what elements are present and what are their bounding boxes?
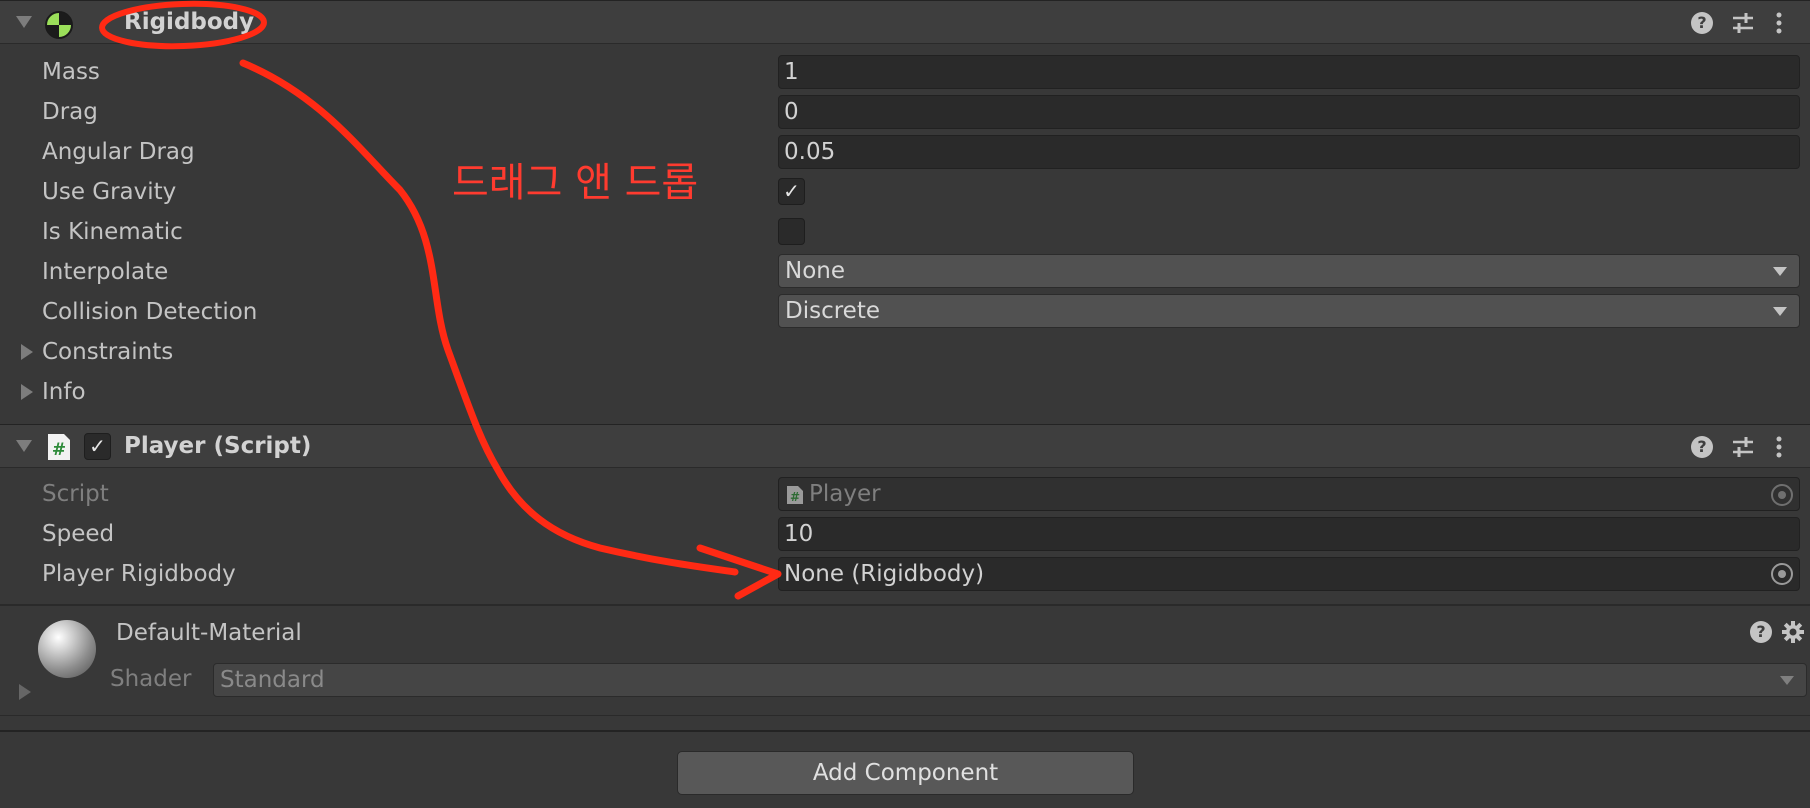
csharp-script-icon: # — [48, 434, 70, 460]
svg-text:#: # — [790, 490, 800, 504]
interpolate-label: Interpolate — [42, 259, 169, 285]
interpolate-value: None — [785, 258, 846, 284]
player-script-enabled-checkbox[interactable]: ✓ — [84, 433, 111, 460]
annotation-text: 드래그 앤 드롭 — [452, 160, 699, 206]
script-object-picker-icon — [1771, 484, 1793, 506]
chevron-down-icon — [1773, 267, 1787, 276]
player-rigidbody-label: Player Rigidbody — [42, 561, 236, 587]
svg-text:#: # — [52, 440, 66, 460]
script-label: Script — [42, 481, 109, 507]
shader-value: Standard — [220, 667, 325, 693]
material-help-icon[interactable]: ? — [1750, 621, 1772, 643]
rigidbody-header[interactable]: Rigidbody ? — [0, 0, 1810, 44]
angular-drag-label: Angular Drag — [42, 139, 195, 165]
mass-field[interactable]: 1 — [778, 55, 1800, 89]
rigidbody-icon — [45, 11, 73, 39]
player-script-header[interactable]: # ✓ Player (Script) ? — [0, 424, 1810, 468]
mass-label: Mass — [42, 59, 100, 85]
rigidbody-foldout-icon[interactable] — [16, 16, 32, 28]
speed-label: Speed — [42, 521, 115, 547]
player-script-help-icon[interactable]: ? — [1691, 436, 1713, 458]
section-divider — [0, 730, 1810, 732]
use-gravity-checkbox[interactable]: ✓ — [778, 178, 805, 205]
info-foldout-icon[interactable] — [21, 384, 33, 400]
player-script-foldout-icon[interactable] — [16, 440, 32, 452]
material-name: Default-Material — [116, 620, 302, 646]
interpolate-dropdown[interactable]: None — [778, 254, 1800, 288]
info-foldout[interactable]: Info — [42, 379, 86, 405]
player-script-presets-icon[interactable] — [1731, 435, 1755, 459]
drag-field[interactable]: 0 — [778, 95, 1800, 129]
angular-drag-field[interactable]: 0.05 — [778, 135, 1800, 169]
section-divider — [0, 604, 1810, 606]
constraints-foldout-icon[interactable] — [21, 344, 33, 360]
rigidbody-help-icon[interactable]: ? — [1691, 12, 1713, 34]
material-foldout-icon[interactable] — [19, 684, 31, 700]
collision-detection-label: Collision Detection — [42, 299, 258, 325]
player-script-menu-icon[interactable] — [1774, 435, 1784, 459]
chevron-down-icon — [1773, 307, 1787, 316]
player-rigidbody-field[interactable]: None (Rigidbody) — [778, 557, 1800, 591]
script-value: Player — [809, 481, 881, 507]
add-component-button[interactable]: Add Component — [677, 751, 1134, 795]
section-divider — [0, 715, 1810, 716]
gear-icon[interactable] — [1781, 620, 1805, 644]
shader-label: Shader — [110, 666, 192, 692]
player-rigidbody-object-picker-icon[interactable] — [1771, 563, 1793, 585]
rigidbody-presets-icon[interactable] — [1731, 11, 1755, 35]
rigidbody-title: Rigidbody — [124, 9, 255, 35]
collision-detection-dropdown[interactable]: Discrete — [778, 294, 1800, 328]
annotation-arrow-path — [239, 59, 739, 576]
material-preview-sphere — [38, 620, 96, 678]
drag-label: Drag — [42, 99, 98, 125]
constraints-foldout[interactable]: Constraints — [42, 339, 173, 365]
shader-dropdown: Standard — [213, 663, 1807, 697]
rigidbody-menu-icon[interactable] — [1774, 11, 1784, 35]
is-kinematic-checkbox[interactable] — [778, 218, 805, 245]
script-field: Player — [778, 477, 1800, 511]
speed-field[interactable]: 10 — [778, 517, 1800, 551]
annotation-arrow-head — [696, 544, 782, 600]
is-kinematic-label: Is Kinematic — [42, 219, 183, 245]
csharp-script-small-icon: # — [787, 486, 803, 504]
collision-detection-value: Discrete — [785, 298, 880, 324]
chevron-down-icon — [1780, 676, 1794, 685]
use-gravity-label: Use Gravity — [42, 179, 177, 205]
player-script-title: Player (Script) — [124, 433, 312, 459]
